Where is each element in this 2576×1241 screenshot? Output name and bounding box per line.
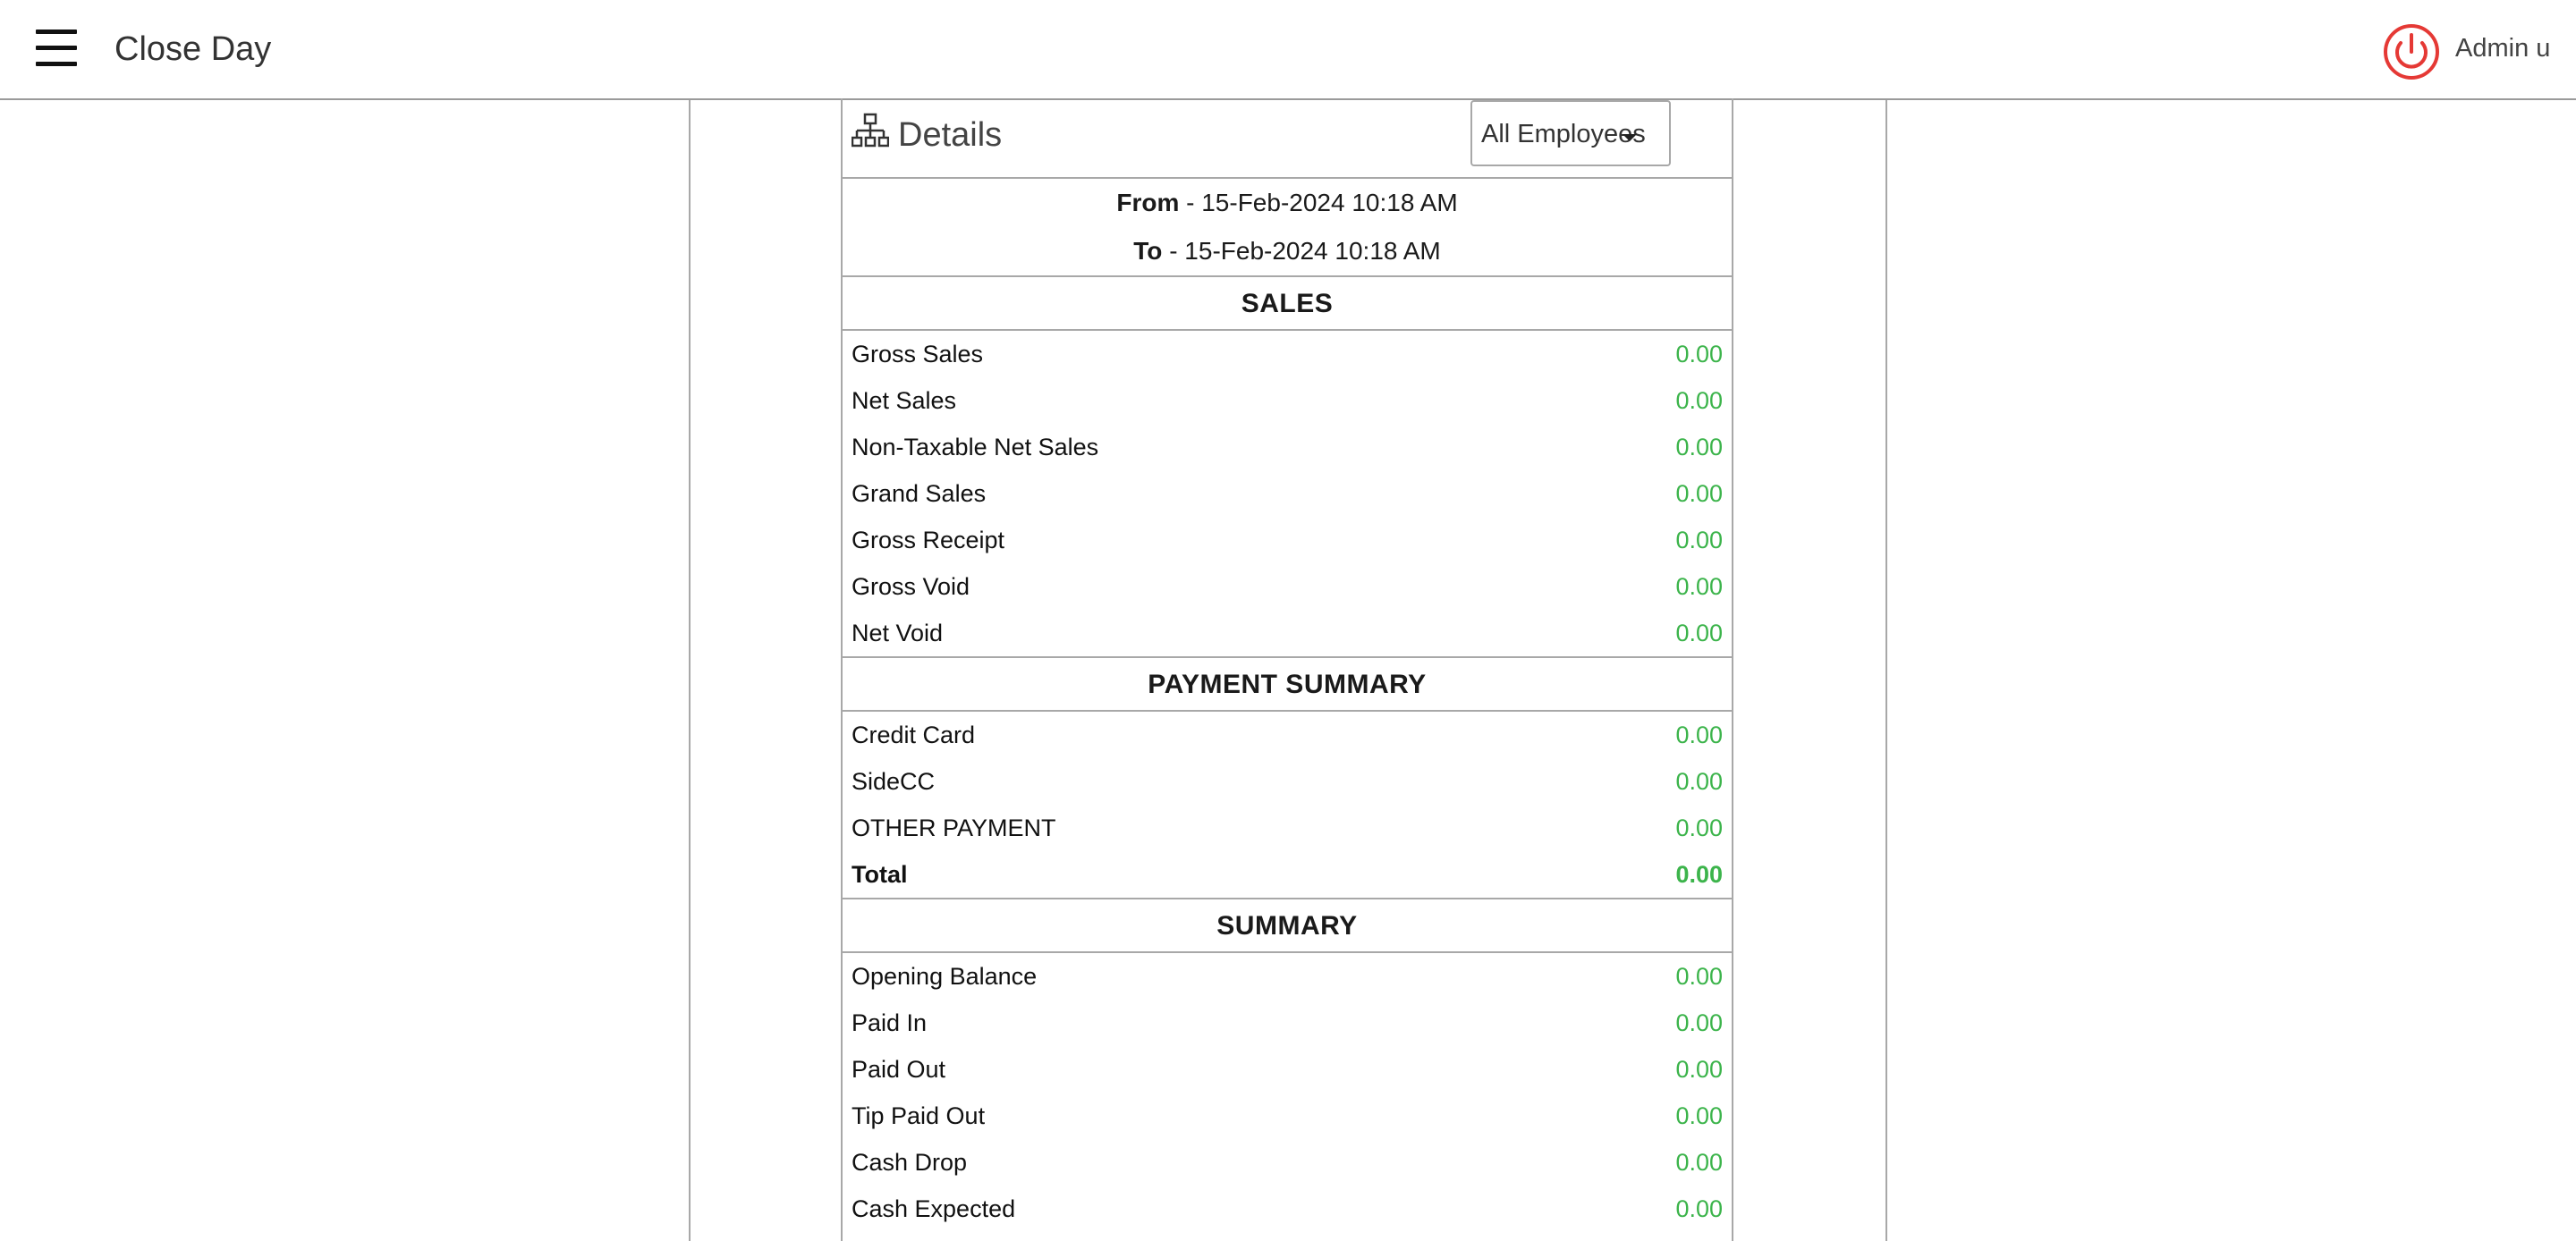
row-label: Net Sales (852, 387, 957, 414)
row-value: 0.00 (1675, 815, 1723, 841)
list-item: SideCC 0.00 (843, 758, 1732, 805)
list-item: Cash Expected 0.00 (843, 1186, 1732, 1232)
from-label: From (1116, 189, 1180, 216)
list-item: Cash Drop 0.00 (843, 1139, 1732, 1186)
list-item: Opening Balance 0.00 (843, 953, 1732, 1000)
row-label: Gross Receipt (852, 527, 1005, 553)
top-bar: Close Day Admin u (0, 0, 2576, 100)
sitemap-icon (852, 113, 889, 148)
row-value: 0.00 (1675, 387, 1723, 414)
row-value: 0.00 (1675, 963, 1723, 990)
details-header: Details All Employees (843, 98, 1732, 179)
to-line: To - 15-Feb-2024 10:18 AM (843, 227, 1732, 275)
row-label: Paid Out (852, 1056, 946, 1083)
row-label: Tip Paid Out (852, 1102, 986, 1129)
list-item: Total 0.00 (843, 851, 1732, 898)
employee-filter-value: All Employees (1481, 120, 1646, 148)
list-item: Gross Receipt 0.00 (843, 517, 1732, 563)
date-range: From - 15-Feb-2024 10:18 AM To - 15-Feb-… (843, 179, 1732, 277)
row-value: 0.00 (1675, 341, 1723, 367)
to-value: 15-Feb-2024 10:18 AM (1184, 237, 1441, 265)
hamburger-menu-icon[interactable] (36, 30, 77, 69)
row-label: SideCC (852, 768, 936, 795)
row-label: Cash Expected (852, 1195, 1016, 1222)
row-value: 0.00 (1675, 768, 1723, 795)
list-item: Net Void 0.00 (843, 610, 1732, 656)
list-item: Paid Out 0.00 (843, 1046, 1732, 1093)
list-item: Credit Card 0.00 (843, 712, 1732, 758)
list-item: OTHER PAYMENT 0.00 (843, 805, 1732, 851)
list-item: Tip Paid Out 0.00 (843, 1093, 1732, 1139)
list-item: Paid In 0.00 (843, 1000, 1732, 1046)
caret-down-icon (1623, 134, 1637, 141)
row-label: Gross Void (852, 573, 970, 600)
row-value: 0.00 (1675, 527, 1723, 553)
row-value: 0.00 (1675, 573, 1723, 600)
row-label: Grand Sales (852, 480, 987, 507)
row-label: OTHER PAYMENT (852, 815, 1056, 841)
sales-heading: SALES (843, 277, 1732, 331)
row-value: 0.00 (1675, 620, 1723, 646)
row-value: 0.00 (1675, 434, 1723, 460)
from-value: 15-Feb-2024 10:18 AM (1201, 189, 1458, 216)
employee-filter-dropdown[interactable]: All Employees (1470, 100, 1671, 166)
summary-heading: SUMMARY (843, 899, 1732, 953)
power-icon[interactable] (2383, 23, 2440, 80)
list-item: Non-Taxable Net Sales 0.00 (843, 424, 1732, 470)
list-item: Net Sales 0.00 (843, 377, 1732, 424)
row-label: Credit Card (852, 722, 976, 748)
details-panel: Details All Employees From - 15-Feb-2024… (841, 98, 1733, 1241)
row-label: Paid In (852, 1009, 928, 1036)
row-label: Net Void (852, 620, 944, 646)
row-label: Opening Balance (852, 963, 1038, 990)
list-item: Gross Sales 0.00 (843, 331, 1732, 377)
row-value: 0.00 (1675, 722, 1723, 748)
payment-summary-list: Credit Card 0.00 SideCC 0.00 OTHER PAYMENT 0.… (843, 712, 1732, 899)
row-value: 0.00 (1675, 1056, 1723, 1083)
row-label: Gross Sales (852, 341, 984, 367)
payment-summary-heading: PAYMENT SUMMARY (843, 658, 1732, 712)
page-title: Close Day (114, 30, 272, 68)
to-separator: - (1169, 237, 1185, 265)
row-label: Cash Drop (852, 1149, 968, 1176)
row-value: 0.00 (1675, 1149, 1723, 1176)
list-item: Grand Sales 0.00 (843, 470, 1732, 517)
row-label: Non-Taxable Net Sales (852, 434, 1099, 460)
from-line: From - 15-Feb-2024 10:18 AM (843, 179, 1732, 227)
details-title: Details (898, 116, 1003, 154)
row-value: 0.00 (1675, 480, 1723, 507)
list-item: Gross Void 0.00 (843, 563, 1732, 610)
row-value: 0.00 (1675, 1102, 1723, 1129)
from-separator: - (1186, 189, 1202, 216)
row-value: 0.00 (1675, 861, 1723, 888)
summary-list: Opening Balance 0.00 Paid In 0.00 Paid Out 0.… (843, 953, 1732, 1232)
row-value: 0.00 (1675, 1009, 1723, 1036)
sales-list: Gross Sales 0.00 Net Sales 0.00 Non-Taxable … (843, 331, 1732, 658)
user-name[interactable]: Admin u (2455, 34, 2550, 63)
row-value: 0.00 (1675, 1195, 1723, 1222)
to-label: To (1133, 237, 1163, 265)
row-label: Total (852, 861, 908, 888)
